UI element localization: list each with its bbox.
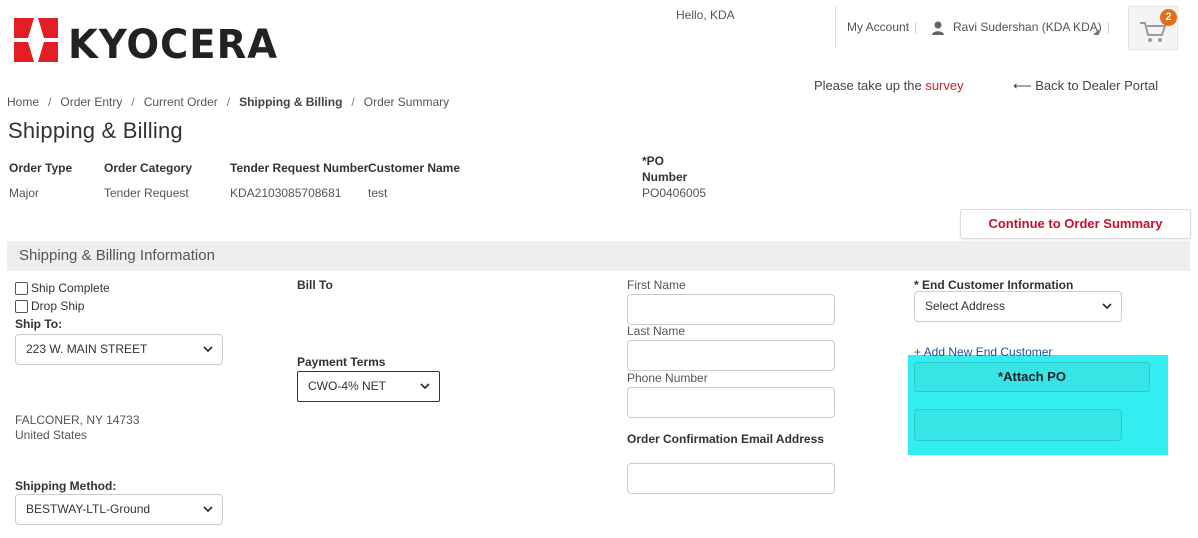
header-pipe: | xyxy=(914,20,918,34)
chevron-down-icon xyxy=(203,506,213,513)
payment-terms-selected-value: CWO-4% NET xyxy=(308,379,386,393)
address-country-line: United States xyxy=(15,428,88,442)
shipping-method-selected-value: BESTWAY-LTL-Ground xyxy=(26,502,151,516)
ship-complete-label: Ship Complete xyxy=(31,281,110,295)
order-type-header: Order Type xyxy=(9,161,73,175)
survey-prompt: Please take up the survey xyxy=(814,78,964,93)
shipping-method-label: Shipping Method: xyxy=(15,479,117,493)
chevron-down-icon xyxy=(203,346,213,353)
po-number-header: *PO Number xyxy=(642,153,687,185)
header-pipe-2: | xyxy=(1107,20,1111,34)
attach-po-button[interactable]: *Attach PO xyxy=(914,362,1150,392)
drop-ship-checkbox[interactable] xyxy=(15,300,28,313)
survey-prefix: Please take up the xyxy=(814,78,926,93)
payment-terms-select[interactable]: CWO-4% NET xyxy=(297,371,440,402)
ship-to-selected-value: 223 W. MAIN STREET xyxy=(26,342,148,356)
first-name-label: First Name xyxy=(627,278,686,292)
breadcrumb-separator: / xyxy=(131,95,135,109)
user-caret-icon[interactable] xyxy=(1093,29,1099,35)
continue-to-order-summary-button[interactable]: Continue to Order Summary xyxy=(960,209,1191,239)
end-customer-select[interactable]: Select Address xyxy=(914,291,1122,322)
po-header-line1: *PO xyxy=(642,154,665,168)
kyocera-logo[interactable]: KYOCERA xyxy=(10,10,282,68)
logo-mark-icon xyxy=(14,18,58,62)
breadcrumb-separator: / xyxy=(226,95,231,109)
user-icon xyxy=(932,21,944,35)
order-category-value: Tender Request xyxy=(104,186,189,200)
email-label: Order Confirmation Email Address xyxy=(627,432,824,446)
breadcrumb-current-order[interactable]: Current Order xyxy=(144,95,218,109)
breadcrumb: Home / Order Entry / Current Order / Shipping … xyxy=(7,95,449,109)
survey-link[interactable]: survey xyxy=(925,78,963,93)
back-to-dealer-portal-link[interactable]: ⟵ Back to Dealer Portal xyxy=(1013,78,1158,94)
page-title: Shipping & Billing xyxy=(8,118,183,143)
order-type-value: Major xyxy=(9,186,40,200)
breadcrumb-order-entry[interactable]: Order Entry xyxy=(60,95,122,109)
customer-name-value: test xyxy=(368,186,388,200)
user-menu[interactable]: Ravi Sudershan (KDA KDA) xyxy=(953,20,1102,34)
phone-number-input[interactable] xyxy=(627,387,835,418)
order-category-header: Order Category xyxy=(104,161,193,175)
ship-to-label: Ship To: xyxy=(15,317,63,331)
ship-to-select[interactable]: 223 W. MAIN STREET xyxy=(15,334,223,365)
chevron-down-icon xyxy=(420,383,430,390)
last-name-input[interactable] xyxy=(627,340,835,371)
header-divider xyxy=(835,6,836,48)
end-customer-label: * End Customer Information xyxy=(914,278,1074,292)
drop-ship-label: Drop Ship xyxy=(31,299,85,313)
bill-to-label: Bill To xyxy=(297,278,333,292)
address-city-line: FALCONER, NY 14733 xyxy=(15,413,140,427)
breadcrumb-home[interactable]: Home xyxy=(7,95,39,109)
cart-count-badge: 2 xyxy=(1160,9,1177,26)
last-name-label: Last Name xyxy=(627,324,686,338)
tender-request-number-value: KDA2103085708681 xyxy=(230,186,342,200)
payment-terms-label: Payment Terms xyxy=(297,355,386,369)
shipping-method-select[interactable]: BESTWAY-LTL-Ground xyxy=(15,494,223,525)
add-new-end-customer-link[interactable]: + Add New End Customer xyxy=(914,345,1052,359)
greeting-text: Hello, KDA xyxy=(676,8,735,22)
breadcrumb-shipping-billing: Shipping & Billing xyxy=(239,95,343,109)
breadcrumb-order-summary[interactable]: Order Summary xyxy=(364,95,449,109)
ship-complete-checkbox[interactable] xyxy=(15,282,28,295)
breadcrumb-separator: / xyxy=(351,95,355,109)
tender-request-number-header: Tender Request Number xyxy=(230,161,369,175)
po-number-value: PO0406005 xyxy=(642,186,707,200)
po-header-line2: Number xyxy=(642,170,688,184)
phone-number-label: Phone Number xyxy=(627,371,708,385)
svg-text:KYOCERA: KYOCERA xyxy=(68,22,278,66)
my-account-link[interactable]: My Account xyxy=(847,20,909,34)
breadcrumb-separator: / xyxy=(48,95,52,109)
end-customer-selected-value: Select Address xyxy=(925,299,1006,313)
customer-name-header: Customer Name xyxy=(368,161,461,175)
first-name-input[interactable] xyxy=(627,294,835,325)
section-title: Shipping & Billing Information xyxy=(19,247,215,264)
attach-po-file-field[interactable] xyxy=(914,409,1122,441)
chevron-down-icon xyxy=(1102,303,1112,310)
email-input[interactable] xyxy=(627,463,835,494)
